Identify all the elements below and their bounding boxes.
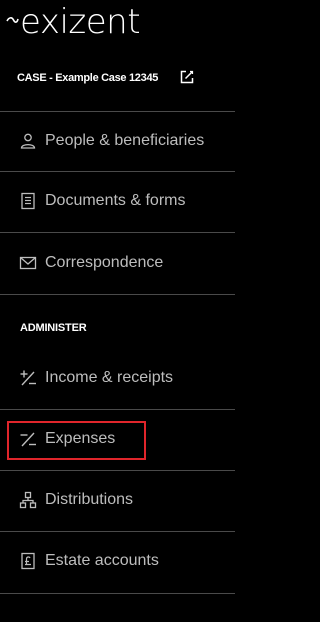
nav-item-income-receipts[interactable]: Income & receipts	[0, 358, 235, 398]
exizent-logo[interactable]: exizent	[6, 0, 141, 44]
divider	[0, 409, 235, 410]
envelope-icon	[19, 254, 37, 272]
divider	[0, 171, 235, 172]
pound-account-icon	[19, 552, 37, 570]
nav-item-label: People & beneficiaries	[45, 132, 205, 149]
nav-item-distributions[interactable]: Distributions	[0, 480, 235, 520]
distribution-icon	[19, 491, 37, 509]
edit-icon[interactable]	[179, 69, 195, 85]
logo-text: exizent	[20, 2, 141, 42]
person-icon	[19, 132, 37, 150]
divider	[0, 470, 235, 471]
divider	[0, 531, 235, 532]
divider	[0, 593, 235, 594]
nav-item-expenses[interactable]: Expenses	[0, 419, 235, 459]
nav-item-people-beneficiaries[interactable]: People & beneficiaries	[0, 121, 235, 161]
nav-item-label: Distributions	[45, 491, 134, 508]
document-icon	[19, 192, 37, 210]
nav-item-label: Documents & forms	[45, 192, 186, 209]
minus-slash-icon	[19, 430, 37, 448]
divider	[0, 111, 235, 112]
logo-tilde-mark	[6, 17, 19, 23]
nav-item-label: Estate accounts	[45, 552, 159, 569]
divider	[0, 232, 235, 233]
plus-minus-icon	[19, 369, 37, 387]
divider	[0, 294, 235, 295]
nav-item-label: Income & receipts	[45, 369, 174, 386]
nav-item-label: Expenses	[45, 430, 116, 447]
section-heading-administer: ADMINISTER	[20, 322, 87, 334]
case-title: CASE - Example Case 12345	[17, 72, 159, 84]
nav-item-label: Correspondence	[45, 254, 164, 271]
case-header: CASE - Example Case 12345	[17, 66, 227, 90]
nav-item-documents-forms[interactable]: Documents & forms	[0, 181, 235, 221]
nav-item-estate-accounts[interactable]: Estate accounts	[0, 541, 235, 581]
nav-item-correspondence[interactable]: Correspondence	[0, 243, 235, 283]
